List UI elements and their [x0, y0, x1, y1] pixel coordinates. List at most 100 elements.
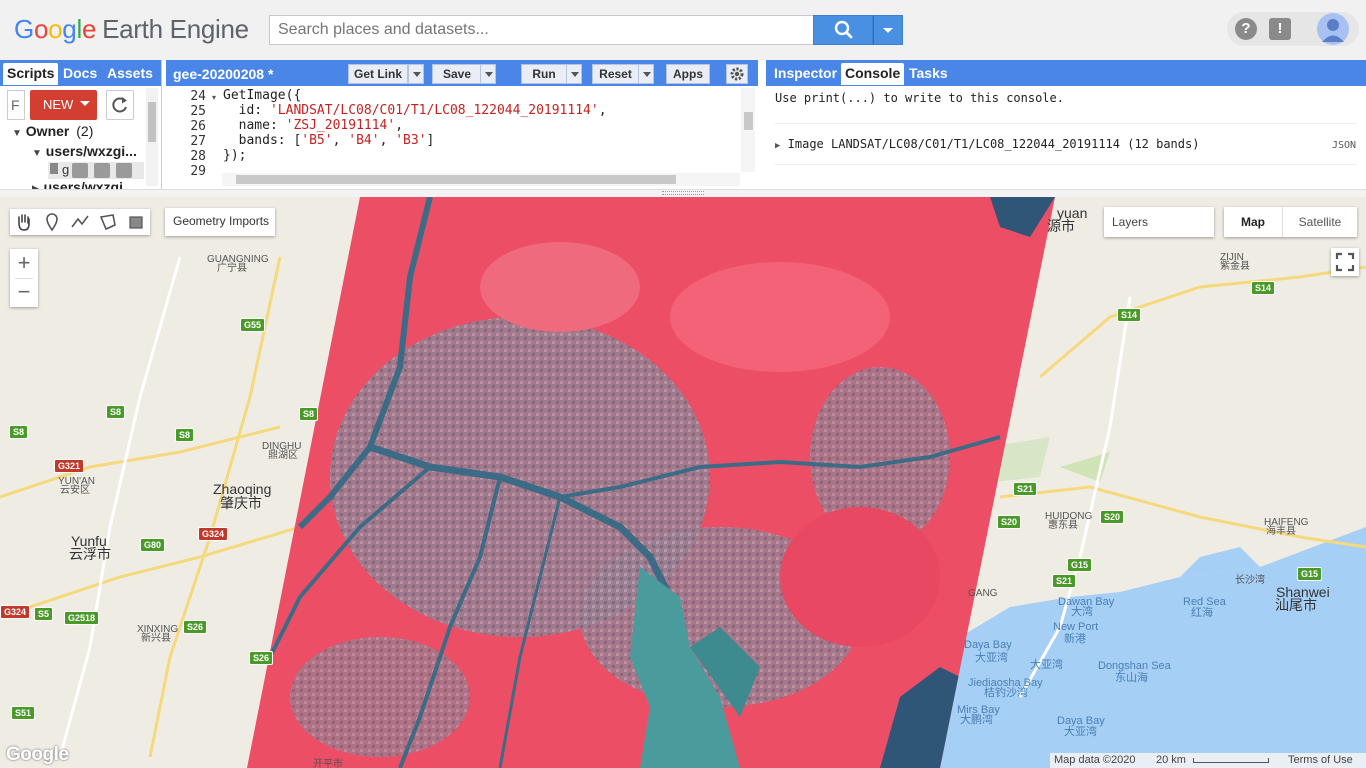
marker-icon[interactable] — [38, 209, 66, 235]
shield-s20-b: S20 — [1100, 510, 1125, 524]
refresh-icon — [112, 97, 127, 113]
code-line: }); — [223, 148, 246, 164]
code-vertical-scrollbar[interactable] — [741, 88, 755, 172]
fullscreen-button[interactable] — [1331, 248, 1359, 276]
repo-tree-node-2[interactable]: ▶ users/wxzgi — [32, 179, 132, 189]
tab-scripts[interactable]: Scripts — [3, 63, 59, 85]
new-script-button[interactable]: NEW — [30, 90, 97, 120]
label-daya-bay-cn: 大亚湾 — [975, 652, 1008, 664]
tab-docs[interactable]: Docs — [59, 63, 101, 85]
edit-icon[interactable] — [94, 163, 110, 178]
panel-splitter[interactable] — [0, 189, 1366, 197]
json-toggle[interactable]: JSON — [1332, 140, 1356, 151]
search-options-button[interactable] — [873, 15, 903, 45]
repo-label: users/wxzgi... — [45, 143, 137, 159]
line-number: 24 — [190, 89, 206, 104]
left-panel-tabs: Scripts Docs Assets — [0, 60, 161, 86]
geometry-imports-button[interactable]: Geometry Imports — [165, 208, 275, 236]
left-scrollbar[interactable] — [146, 88, 158, 186]
map-type-control: Map Satellite — [1224, 207, 1357, 237]
code-area[interactable]: GetImage({ id: 'LANDSAT/LC08/C01/T1/LC08… — [223, 88, 733, 178]
search-button[interactable] — [813, 15, 873, 45]
map-type-satellite[interactable]: Satellite — [1282, 207, 1357, 237]
shield-s8-a: S8 — [106, 405, 126, 419]
label-guangning-cn: 广宁县 — [217, 263, 247, 274]
code-token: 'B5' — [301, 133, 333, 148]
tab-tasks[interactable]: Tasks — [905, 63, 952, 85]
shield-g324-edge: G324 — [0, 605, 31, 619]
code-editor-panel: gee-20200208 * Get Link Save Run Reset A… — [166, 60, 758, 189]
feedback-icon[interactable]: ! — [1269, 18, 1291, 40]
rectangle-icon[interactable] — [122, 209, 150, 235]
apps-button[interactable]: Apps — [666, 64, 710, 84]
scroll-thumb[interactable] — [148, 102, 156, 142]
save-dropdown[interactable] — [480, 64, 496, 84]
reset-button[interactable]: Reset — [592, 64, 639, 84]
zoom-out-button[interactable]: − — [10, 279, 38, 307]
code-token: }); — [223, 148, 247, 163]
shield-g15-b: G15 — [1297, 567, 1323, 581]
scroll-thumb[interactable] — [236, 175, 676, 184]
get-link-dropdown[interactable] — [408, 64, 424, 84]
refresh-button[interactable] — [106, 90, 134, 120]
layers-button[interactable]: Layers — [1104, 207, 1214, 237]
avatar[interactable] — [1317, 13, 1349, 45]
code-line: name: 'ZSJ_20191114', — [223, 118, 403, 134]
label-dongshan-sea-cn: 东山海 — [1115, 672, 1148, 684]
file-name: g — [62, 162, 70, 177]
code-token: id: — [223, 103, 270, 118]
tab-inspector[interactable]: Inspector — [770, 63, 841, 85]
terms-link[interactable]: Terms of Use — [1288, 754, 1353, 766]
code-token: 'B3' — [395, 133, 427, 148]
tab-console[interactable]: Console — [841, 63, 905, 85]
console-entry-text: Image LANDSAT/LC08/C01/T1/LC08_122044_20… — [787, 137, 1200, 151]
map-attribution: Map data ©2020 — [1054, 754, 1136, 766]
history-icon[interactable] — [72, 163, 88, 178]
label-new-port-cn: 新港 — [1064, 633, 1086, 645]
hand-icon[interactable] — [10, 209, 38, 235]
console-hint: Use print(...) to write to this console. — [775, 91, 1064, 105]
label-daya-bay: Daya Bay — [964, 639, 1012, 651]
zoom-in-button[interactable]: + — [10, 249, 38, 278]
label-dinghu-cn: 鼎湖区 — [268, 450, 298, 461]
shield-s14-b: S14 — [1251, 281, 1276, 295]
console-panel: Inspector Console Tasks Use print(...) t… — [766, 60, 1366, 189]
owner-count: (2) — [76, 123, 94, 139]
script-file-row[interactable]: g — [48, 162, 144, 179]
logo-letter: g — [62, 14, 77, 44]
code-token: , — [598, 103, 607, 118]
divider — [775, 164, 1357, 165]
script-title[interactable]: gee-20200208 * — [173, 66, 273, 82]
label-zhaoqing-cn: 肇庆市 — [220, 495, 262, 511]
get-link-button[interactable]: Get Link — [348, 64, 408, 84]
shield-g55: G55 — [240, 318, 266, 332]
app-logo[interactable]: Google Earth Engine — [14, 14, 249, 45]
search-input[interactable] — [269, 15, 814, 45]
polygon-icon[interactable] — [94, 209, 122, 235]
scroll-thumb[interactable] — [744, 112, 753, 130]
tab-assets[interactable]: Assets — [103, 63, 157, 85]
owner-tree-node[interactable]: ▼ Owner (2) — [12, 123, 93, 139]
label-kaiping-cn: 开平市 — [313, 759, 343, 768]
shield-s8-d: S8 — [299, 407, 319, 421]
run-button[interactable]: Run — [521, 64, 567, 84]
script-filter-input[interactable]: F — [7, 90, 25, 120]
chevron-down-icon — [883, 28, 893, 33]
line-number: 29 — [190, 164, 206, 179]
save-button[interactable]: Save — [432, 64, 482, 84]
settings-button[interactable] — [726, 64, 748, 84]
repo-tree-node[interactable]: ▼ users/wxzgi... — [32, 143, 142, 159]
map-type-map[interactable]: Map — [1224, 207, 1282, 237]
reset-dropdown[interactable] — [638, 64, 654, 84]
delete-icon[interactable] — [116, 163, 132, 178]
map-canvas[interactable]: GUANGNING 广宁县 DINGHU 鼎湖区 YUN'AN 云安区 Zhaoqing 肇庆… — [0, 197, 1366, 768]
shield-s26: S26 — [183, 620, 208, 634]
shield-s26-b: S26 — [249, 651, 274, 665]
help-icon[interactable]: ? — [1235, 18, 1257, 40]
splitter-handle[interactable] — [662, 191, 704, 195]
fold-icon[interactable]: ▾ — [212, 93, 216, 102]
line-icon[interactable] — [66, 209, 94, 235]
console-entry[interactable]: ▶ Image LANDSAT/LC08/C01/T1/LC08_122044_… — [775, 137, 1199, 151]
code-horizontal-scrollbar[interactable] — [222, 173, 740, 186]
run-dropdown[interactable] — [566, 64, 582, 84]
